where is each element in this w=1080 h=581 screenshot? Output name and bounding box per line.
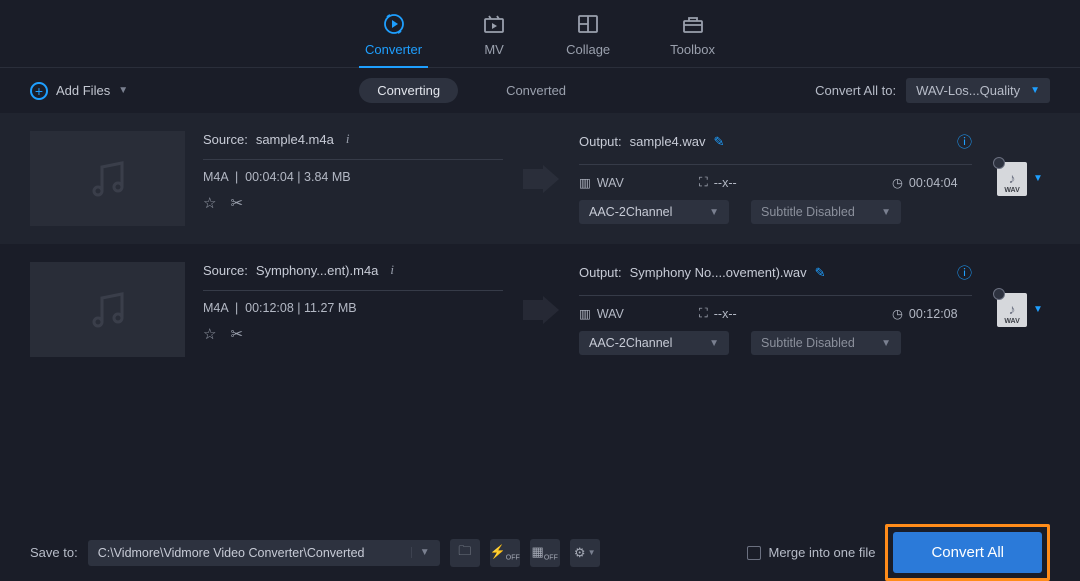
add-files-label: Add Files — [56, 83, 110, 98]
merge-checkbox[interactable]: Merge into one file — [747, 545, 876, 560]
checkbox-icon — [747, 546, 761, 560]
mv-icon — [482, 12, 506, 36]
expand-icon: ⛶ — [699, 175, 708, 190]
thumbnail[interactable] — [30, 262, 185, 357]
film-icon: ▥ — [579, 175, 591, 190]
music-icon — [84, 155, 132, 203]
info-icon[interactable]: i — [342, 131, 354, 147]
convert-all-highlight: Convert All — [885, 524, 1050, 581]
arrow-icon — [521, 131, 561, 226]
convert-all-to: Convert All to: WAV-Los...Quality ▼ — [815, 78, 1050, 103]
chevron-down-icon: ▼ — [709, 338, 719, 349]
source-column: Source: sample4.m4a i M4A | 00:04:04 | 3… — [203, 131, 503, 226]
file-row: Source: sample4.m4a i M4A | 00:04:04 | 3… — [0, 113, 1080, 244]
save-path-input[interactable]: C:\Vidmore\Vidmore Video Converter\Conve… — [88, 540, 440, 566]
plus-icon: + — [30, 82, 48, 100]
chevron-down-icon: ▼ — [709, 207, 719, 218]
music-icon — [84, 286, 132, 334]
clock-icon: ◷ — [892, 175, 903, 190]
tab-label: Toolbox — [670, 42, 715, 57]
subtitle-select[interactable]: Subtitle Disabled▼ — [751, 200, 901, 224]
gear-icon: ⚙ — [574, 545, 586, 561]
top-tabs: Converter MV Collage Toolbox — [0, 0, 1080, 68]
output-label: Output: — [579, 134, 622, 149]
star-icon[interactable]: ☆ — [203, 325, 216, 343]
chevron-down-icon: ▼ — [411, 547, 430, 558]
chevron-down-icon: ▼ — [118, 85, 128, 96]
audio-track-select[interactable]: AAC-2Channel▼ — [579, 331, 729, 355]
source-meta: M4A | 00:04:04 | 3.84 MB — [203, 170, 503, 184]
toolbox-icon — [681, 12, 705, 36]
tab-mv[interactable]: MV — [482, 12, 506, 67]
thumbnail[interactable] — [30, 131, 185, 226]
chevron-down-icon: ▼ — [588, 548, 596, 557]
tab-collage[interactable]: Collage — [566, 12, 610, 67]
source-filename: sample4.m4a — [256, 132, 334, 147]
source-filename: Symphony...ent).m4a — [256, 263, 379, 278]
bolt-icon: ⚡OFF — [490, 544, 520, 562]
info-icon[interactable]: i — [386, 262, 398, 278]
subtitle-select[interactable]: Subtitle Disabled▼ — [751, 331, 901, 355]
edit-icon[interactable]: ✎ — [714, 134, 725, 150]
film-icon: ▥ — [579, 306, 591, 321]
info-circle-icon[interactable]: ⓘ — [957, 262, 972, 283]
add-files-button[interactable]: + Add Files ▼ — [30, 82, 128, 100]
expand-icon: ⛶ — [699, 306, 708, 321]
scissors-icon[interactable]: ✂ — [230, 194, 243, 212]
gpu-button[interactable]: ▦OFF — [530, 539, 560, 567]
source-label: Source: — [203, 132, 248, 147]
save-path-value: C:\Vidmore\Vidmore Video Converter\Conve… — [98, 546, 365, 560]
source-column: Source: Symphony...ent).m4a i M4A | 00:1… — [203, 262, 503, 357]
chevron-down-icon: ▼ — [881, 207, 891, 218]
output-filename: Symphony No....ovement).wav — [630, 265, 807, 280]
tab-label: Collage — [566, 42, 610, 57]
chevron-down-icon: ▼ — [1033, 173, 1043, 184]
output-filename: sample4.wav — [630, 134, 706, 149]
file-row: Source: Symphony...ent).m4a i M4A | 00:1… — [0, 244, 1080, 375]
status-segment: Converting Converted — [359, 78, 584, 103]
clock-icon: ◷ — [892, 306, 903, 321]
chevron-down-icon: ▼ — [1030, 85, 1040, 96]
star-icon[interactable]: ☆ — [203, 194, 216, 212]
scissors-icon[interactable]: ✂ — [230, 325, 243, 343]
convert-all-to-label: Convert All to: — [815, 83, 896, 98]
source-label: Source: — [203, 263, 248, 278]
output-format-tile[interactable]: ♪WAV ▼ — [990, 131, 1050, 226]
source-meta: M4A | 00:12:08 | 11.27 MB — [203, 301, 503, 315]
tab-toolbox[interactable]: Toolbox — [670, 12, 715, 67]
chevron-down-icon: ▼ — [1033, 304, 1043, 315]
output-column: Output: sample4.wav ✎ ⓘ ▥WAV ⛶--x-- ◷00:… — [579, 131, 972, 226]
info-circle-icon[interactable]: ⓘ — [957, 131, 972, 152]
tab-label: Converter — [365, 42, 422, 57]
merge-label: Merge into one file — [769, 545, 876, 560]
output-format-tile[interactable]: ♪WAV ▼ — [990, 262, 1050, 357]
hardware-accel-button[interactable]: ⚡OFF — [490, 539, 520, 567]
convert-all-button[interactable]: Convert All — [893, 532, 1042, 573]
open-folder-button[interactable]: 🗀 — [450, 539, 480, 567]
save-to-label: Save to: — [30, 545, 78, 560]
chevron-down-icon: ▼ — [881, 338, 891, 349]
bottom-bar: Save to: C:\Vidmore\Vidmore Video Conver… — [0, 524, 1080, 580]
tab-label: MV — [484, 42, 504, 57]
toolbar: + Add Files ▼ Converting Converted Conve… — [0, 68, 1080, 113]
settings-button[interactable]: ⚙▼ — [570, 539, 600, 567]
converted-tab[interactable]: Converted — [488, 78, 584, 103]
output-format-select[interactable]: WAV-Los...Quality ▼ — [906, 78, 1050, 103]
audio-track-select[interactable]: AAC-2Channel▼ — [579, 200, 729, 224]
chip-icon: ▦OFF — [532, 544, 558, 562]
converting-tab[interactable]: Converting — [359, 78, 458, 103]
edit-icon[interactable]: ✎ — [815, 265, 826, 281]
tab-converter[interactable]: Converter — [365, 12, 422, 67]
collage-icon — [576, 12, 600, 36]
output-label: Output: — [579, 265, 622, 280]
converter-icon — [382, 12, 406, 36]
output-format-value: WAV-Los...Quality — [916, 83, 1020, 98]
arrow-icon — [521, 262, 561, 357]
folder-icon: 🗀 — [458, 542, 471, 564]
output-column: Output: Symphony No....ovement).wav ✎ ⓘ … — [579, 262, 972, 357]
